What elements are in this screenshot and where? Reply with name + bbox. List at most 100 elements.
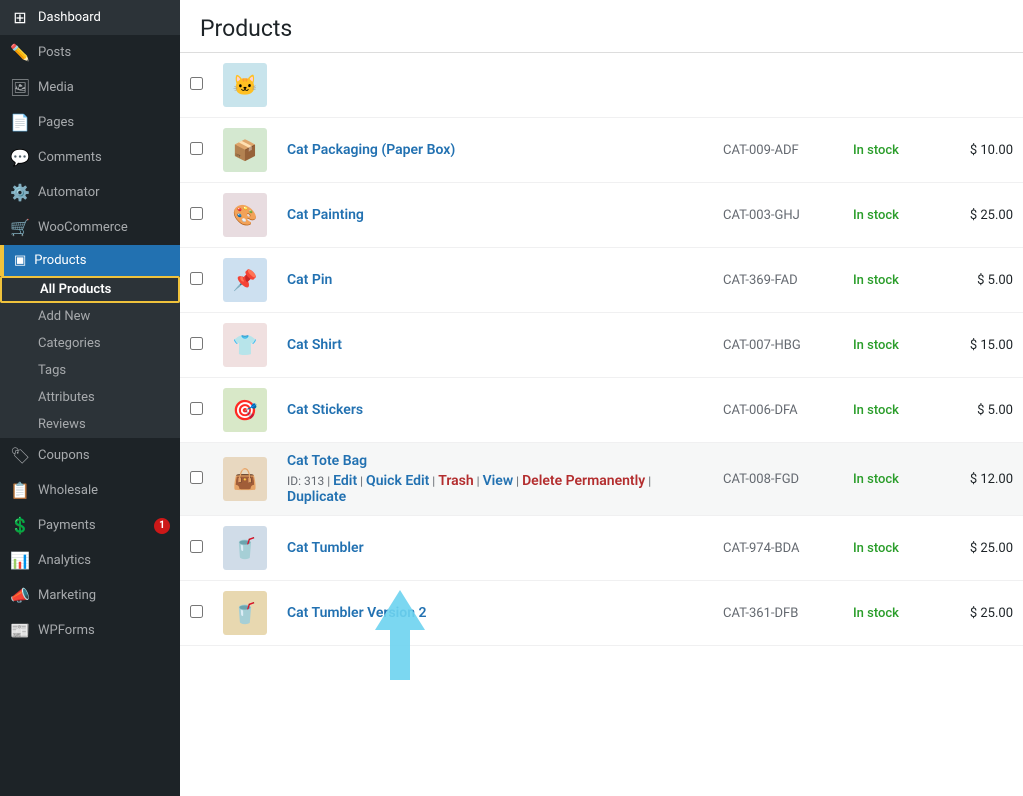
sidebar-item-analytics[interactable]: 📊 Analytics bbox=[0, 543, 180, 578]
table-row: 📌 Cat Pin CAT-369-FAD In stock $ 5.00 bbox=[180, 248, 1023, 313]
quick-edit-link[interactable]: Quick Edit bbox=[366, 473, 429, 489]
products-submenu: All Products Add New Categories Tags Att… bbox=[0, 276, 180, 438]
sidebar-item-add-new[interactable]: Add New bbox=[0, 303, 180, 330]
row-checkbox[interactable] bbox=[190, 402, 203, 415]
sidebar-item-label: Marketing bbox=[38, 588, 170, 603]
comments-icon: 💬 bbox=[10, 148, 30, 167]
table-row: 🎯 Cat Stickers CAT-006-DFA In stock $ 5.… bbox=[180, 378, 1023, 443]
product-sku: CAT-361-DFB bbox=[723, 606, 798, 621]
sidebar-item-coupons[interactable]: 🏷 Coupons bbox=[0, 438, 180, 473]
sidebar-item-woocommerce[interactable]: 🛒 WooCommerce bbox=[0, 210, 180, 245]
product-name-cell bbox=[277, 53, 713, 118]
product-sku: CAT-007-HBG bbox=[723, 338, 801, 353]
sidebar-item-label: Automator bbox=[38, 185, 170, 200]
product-thumbnail: 📌 bbox=[223, 258, 267, 302]
analytics-icon: 📊 bbox=[10, 551, 30, 570]
stock-status: In stock bbox=[853, 273, 899, 288]
delete-permanently-link[interactable]: Delete Permanently bbox=[522, 473, 645, 489]
wholesale-icon: 📋 bbox=[10, 481, 30, 500]
product-sku: CAT-009-ADF bbox=[723, 143, 799, 158]
sidebar-item-dashboard[interactable]: ⊞ Dashboard bbox=[0, 0, 180, 35]
product-thumbnail: 🐱 bbox=[223, 63, 267, 107]
sidebar-item-label: Comments bbox=[38, 150, 170, 165]
stock-status: In stock bbox=[853, 143, 899, 158]
row-checkbox[interactable] bbox=[190, 471, 203, 484]
row-checkbox[interactable] bbox=[190, 142, 203, 155]
main-content: Products 🐱 📦 Cat Pack bbox=[180, 0, 1023, 796]
row-checkbox[interactable] bbox=[190, 77, 203, 90]
duplicate-link[interactable]: Duplicate bbox=[287, 489, 346, 505]
table-row: 🐱 bbox=[180, 53, 1023, 118]
sidebar-item-payments[interactable]: 💲 Payments 1 bbox=[0, 508, 180, 543]
product-sku: CAT-008-FGD bbox=[723, 472, 799, 487]
sidebar-item-reviews[interactable]: Reviews bbox=[0, 411, 180, 438]
sidebar-item-media[interactable]: 🖼 Media bbox=[0, 70, 180, 105]
page-header: Products bbox=[180, 0, 1023, 53]
product-name-link[interactable]: Cat Painting bbox=[287, 207, 364, 223]
page-title: Products bbox=[200, 15, 1003, 42]
product-price: $ 25.00 bbox=[970, 606, 1013, 621]
product-name-link[interactable]: Cat Stickers bbox=[287, 402, 363, 418]
sidebar-item-pages[interactable]: 📄 Pages bbox=[0, 105, 180, 140]
table-row: 🥤 Cat Tumbler Version 2 CAT-361-DFB In s… bbox=[180, 581, 1023, 646]
product-name-cell: Cat Packaging (Paper Box) bbox=[277, 118, 713, 183]
sidebar-item-tags[interactable]: Tags bbox=[0, 357, 180, 384]
edit-link[interactable]: Edit bbox=[333, 473, 357, 489]
product-name-link[interactable]: Cat Shirt bbox=[287, 337, 342, 353]
sidebar-item-label: WPForms bbox=[38, 623, 170, 638]
view-link[interactable]: View bbox=[483, 473, 514, 489]
product-thumbnail: 👕 bbox=[223, 323, 267, 367]
stock-status: In stock bbox=[853, 472, 899, 487]
products-table: 🐱 📦 Cat Packaging (Paper Box) CAT-009-AD… bbox=[180, 53, 1023, 646]
table-row: 🥤 Cat Tumbler CAT-974-BDA In stock $ 25.… bbox=[180, 516, 1023, 581]
product-price: $ 12.00 bbox=[970, 472, 1013, 487]
media-icon: 🖼 bbox=[10, 78, 30, 97]
wpforms-icon: 📰 bbox=[10, 621, 30, 640]
row-checkbox[interactable] bbox=[190, 540, 203, 553]
sidebar-item-attributes[interactable]: Attributes bbox=[0, 384, 180, 411]
sidebar-item-products[interactable]: ▣ Products bbox=[0, 245, 180, 276]
table-row: 👜 Cat Tote Bag ID: 313 | Edit | Quick Ed… bbox=[180, 443, 1023, 516]
marketing-icon: 📣 bbox=[10, 586, 30, 605]
stock-status: In stock bbox=[853, 338, 899, 353]
sidebar-item-wholesale[interactable]: 📋 Wholesale bbox=[0, 473, 180, 508]
sidebar-item-categories[interactable]: Categories bbox=[0, 330, 180, 357]
row-checkbox[interactable] bbox=[190, 337, 203, 350]
sidebar-item-label: Posts bbox=[38, 45, 170, 60]
product-name-link[interactable]: Cat Pin bbox=[287, 272, 332, 288]
product-price: $ 5.00 bbox=[977, 273, 1013, 288]
row-checkbox[interactable] bbox=[190, 207, 203, 220]
sidebar: ⊞ Dashboard ✏️ Posts 🖼 Media 📄 Pages 💬 C… bbox=[0, 0, 180, 796]
product-price: $ 15.00 bbox=[970, 338, 1013, 353]
product-price: $ 25.00 bbox=[970, 541, 1013, 556]
product-thumbnail: 🥤 bbox=[223, 591, 267, 635]
product-price: $ 5.00 bbox=[977, 403, 1013, 418]
payments-icon: 💲 bbox=[10, 516, 30, 535]
sidebar-item-all-products[interactable]: All Products bbox=[0, 276, 180, 303]
product-name-link[interactable]: Cat Tumbler bbox=[287, 540, 364, 556]
product-name-link[interactable]: Cat Packaging (Paper Box) bbox=[287, 142, 455, 158]
coupons-icon: 🏷 bbox=[10, 446, 30, 465]
product-sku: CAT-974-BDA bbox=[723, 541, 800, 556]
product-sku: CAT-003-GHJ bbox=[723, 208, 800, 223]
trash-link[interactable]: Trash bbox=[438, 473, 473, 489]
sidebar-item-label: Analytics bbox=[38, 553, 170, 568]
product-id: ID: 313 bbox=[287, 474, 324, 488]
sidebar-item-posts[interactable]: ✏️ Posts bbox=[0, 35, 180, 70]
sidebar-item-wpforms[interactable]: 📰 WPForms bbox=[0, 613, 180, 648]
sidebar-item-automator[interactable]: ⚙️ Automator bbox=[0, 175, 180, 210]
sidebar-item-label: Media bbox=[38, 80, 170, 95]
sidebar-item-label: WooCommerce bbox=[38, 220, 170, 235]
row-checkbox[interactable] bbox=[190, 272, 203, 285]
sidebar-item-label: Pages bbox=[38, 115, 170, 130]
product-name-cell: Cat Tumbler Version 2 bbox=[277, 581, 713, 646]
sidebar-item-comments[interactable]: 💬 Comments bbox=[0, 140, 180, 175]
payments-badge: 1 bbox=[154, 518, 170, 534]
products-icon: ▣ bbox=[14, 253, 26, 268]
sidebar-item-marketing[interactable]: 📣 Marketing bbox=[0, 578, 180, 613]
row-checkbox[interactable] bbox=[190, 605, 203, 618]
product-name-link[interactable]: Cat Tote Bag bbox=[287, 453, 367, 469]
table-row: 📦 Cat Packaging (Paper Box) CAT-009-ADF … bbox=[180, 118, 1023, 183]
product-row-actions: ID: 313 | Edit | Quick Edit | Trash | Vi… bbox=[287, 473, 703, 505]
product-name-link[interactable]: Cat Tumbler Version 2 bbox=[287, 605, 427, 621]
